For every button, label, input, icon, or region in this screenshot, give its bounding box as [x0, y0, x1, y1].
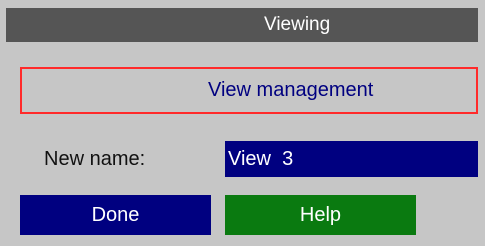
view-management-label: View management: [208, 79, 374, 101]
help-button[interactable]: Help: [225, 195, 416, 235]
new-name-label: New name:: [44, 148, 146, 170]
view-management-button[interactable]: View management: [20, 67, 478, 114]
new-name-field[interactable]: View 3: [225, 141, 478, 177]
viewing-panel: Viewing View management New name: View 3…: [0, 0, 485, 246]
title-bar: Viewing: [6, 8, 478, 42]
window-title: Viewing: [264, 14, 331, 35]
done-button[interactable]: Done: [20, 195, 211, 235]
